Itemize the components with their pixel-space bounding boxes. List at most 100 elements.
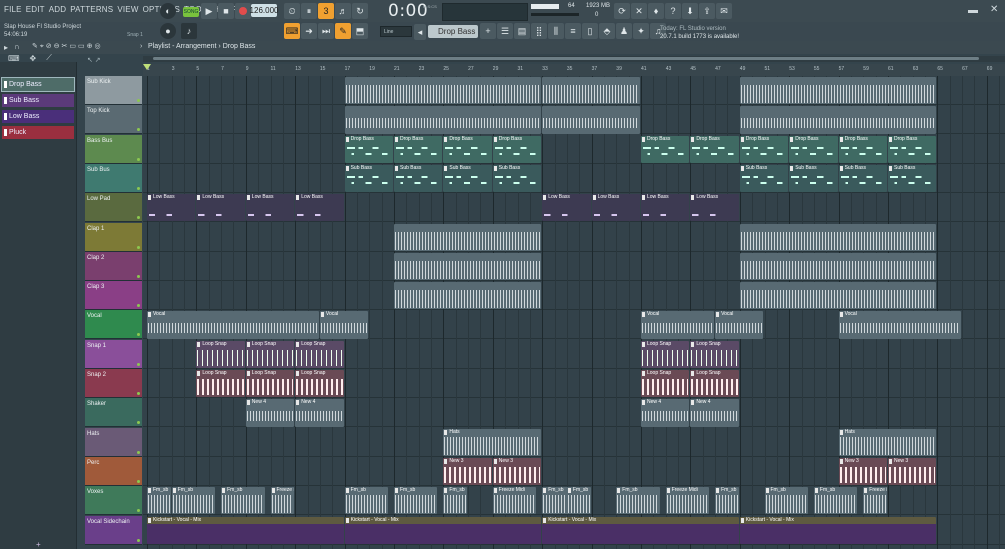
clip[interactable]: Loop Snap — [295, 370, 344, 398]
track-header-snap-2[interactable]: Snap 2 — [85, 369, 142, 398]
close-icon[interactable]: ✕ — [990, 4, 998, 15]
master-volume-knob[interactable]: ● — [160, 23, 176, 39]
clip[interactable]: New 3 — [492, 457, 542, 486]
clip[interactable]: Low Bass — [245, 194, 295, 222]
clip[interactable]: Drop Bass — [838, 135, 887, 163]
metronome-icon[interactable]: ⏲ — [284, 3, 300, 19]
clip[interactable]: Kickstart - Vocal - Mix — [542, 516, 739, 544]
clip[interactable]: New 3 — [888, 457, 937, 486]
clip[interactable]: Vocal — [147, 311, 319, 339]
playlist-icon[interactable]: ☰ — [497, 23, 513, 39]
share-icon[interactable]: ⇪ — [699, 3, 715, 19]
clip[interactable]: Kickstart - Vocal - Mix — [147, 516, 344, 544]
clip[interactable]: Fm_sb — [764, 487, 808, 515]
track-mute-indicator[interactable] — [137, 99, 140, 102]
clip[interactable]: Fm_sb — [443, 487, 468, 515]
record-keyboard-icon[interactable]: ⌨ — [284, 23, 300, 39]
clip[interactable]: Low Bass — [542, 194, 591, 222]
clip[interactable]: Fm_sb — [171, 487, 216, 515]
clip[interactable]: Fm_sb — [221, 487, 265, 515]
clip[interactable]: Drop Bass — [739, 135, 789, 163]
clip[interactable]: Low Bass — [147, 194, 196, 222]
track-mute-indicator[interactable] — [137, 186, 140, 190]
clip[interactable]: Freeze Midi — [270, 487, 295, 515]
menu-file[interactable]: FILE — [4, 5, 22, 14]
browser-icon[interactable]: ≡ — [565, 23, 581, 39]
clip[interactable]: New 4 — [245, 399, 295, 427]
master-pitch-icon[interactable]: ♪ — [181, 23, 197, 39]
playhead-marker[interactable] — [143, 64, 151, 70]
clip[interactable]: Low Bass — [591, 194, 640, 222]
clip[interactable]: Sub Bass — [888, 164, 937, 193]
track-arrow-icons[interactable]: ↖ ↗ — [87, 56, 101, 64]
track-header-snap-1[interactable]: Snap 1 — [85, 339, 142, 369]
clip[interactable] — [739, 252, 937, 281]
step-edit-icon[interactable]: ⏭ — [318, 23, 334, 39]
download-icon[interactable]: ⬇ — [682, 3, 698, 19]
play-button[interactable]: ▶ — [201, 3, 217, 19]
clip[interactable]: Drop Bass — [443, 135, 492, 163]
clip[interactable]: Fm_sb — [715, 487, 739, 515]
clip[interactable]: Fm_sb — [616, 487, 660, 515]
track-mute-indicator[interactable] — [137, 216, 140, 220]
track-mute-indicator[interactable] — [137, 245, 140, 249]
clip[interactable] — [542, 106, 640, 134]
clip[interactable]: Freeze Midi — [492, 487, 537, 515]
clip[interactable]: Loop Snap — [196, 370, 245, 398]
snap-select[interactable]: Line — [380, 26, 412, 37]
tempo-tapper-icon[interactable]: ♟ — [616, 23, 632, 39]
clip[interactable]: Loop Snap — [196, 340, 245, 368]
clip[interactable]: Freeze Midi — [665, 487, 710, 515]
clip[interactable]: Fm_sb — [147, 487, 171, 515]
clip[interactable]: Vocal — [641, 311, 715, 339]
playlist-arrow-icon[interactable]: › — [140, 43, 142, 50]
add-pattern-icon[interactable]: + — [480, 23, 496, 39]
playlist-options-icon[interactable]: ▸ — [4, 43, 8, 52]
track-header-clap-2[interactable]: Clap 2 — [85, 251, 142, 281]
scrollbar-thumb[interactable] — [153, 57, 979, 60]
track-mute-indicator[interactable] — [137, 157, 140, 161]
track-mute-indicator[interactable] — [137, 333, 140, 337]
track-header-voxes[interactable]: Voxes — [85, 486, 142, 516]
clip[interactable]: Hats — [443, 428, 542, 456]
clip[interactable] — [739, 223, 937, 251]
countdown-icon[interactable]: 3 — [318, 3, 334, 19]
clip[interactable] — [739, 282, 937, 310]
clip[interactable] — [394, 252, 542, 281]
refresh-icon[interactable]: ⟳ — [614, 3, 630, 19]
clip[interactable]: Fm_sb — [344, 487, 389, 515]
clip[interactable]: Low Bass — [641, 194, 690, 222]
track-mute-indicator[interactable] — [137, 304, 140, 308]
track-header-clap-3[interactable]: Clap 3 — [85, 281, 142, 311]
clip[interactable]: Sub Bass — [344, 164, 393, 193]
clip[interactable]: Loop Snap — [641, 340, 690, 368]
clip[interactable]: New 3 — [443, 457, 492, 486]
track-mute-indicator[interactable] — [137, 128, 140, 132]
clip[interactable]: New 4 — [641, 399, 690, 427]
clip[interactable]: Freeze Midi — [863, 487, 887, 515]
clip[interactable]: Drop Bass — [492, 135, 542, 163]
channel-rack-icon[interactable]: ⣿ — [531, 23, 547, 39]
add-track-icon[interactable]: + — [36, 540, 41, 549]
clip[interactable]: Kickstart - Vocal - Mix — [344, 516, 542, 544]
track-mute-indicator[interactable] — [137, 362, 140, 366]
horizontal-scrollbar[interactable] — [143, 56, 1005, 62]
menu-add[interactable]: ADD — [49, 5, 67, 14]
track-mute-indicator[interactable] — [137, 421, 140, 425]
track-header-top-kick[interactable]: Top Kick — [85, 105, 142, 135]
clip[interactable]: Vocal — [838, 311, 962, 339]
minimize-icon[interactable]: ▬ — [968, 5, 978, 16]
track-header-hats[interactable]: Hats — [85, 427, 142, 457]
clip[interactable]: Loop Snap — [295, 340, 344, 368]
clip[interactable]: Low Bass — [295, 194, 344, 222]
pattern-song-toggle-icon[interactable]: ◐ — [160, 3, 176, 19]
clip[interactable]: Sub Bass — [394, 164, 443, 193]
tempo-display[interactable]: 126.000 — [250, 4, 278, 17]
wait-input-icon[interactable]: ⏸ — [301, 3, 317, 19]
pattern-selector[interactable]: Drop Bass — [428, 25, 478, 38]
clip[interactable]: Hats — [838, 428, 937, 456]
arrow-right-icon[interactable]: ➜ — [301, 23, 317, 39]
clip[interactable] — [394, 223, 542, 251]
blend-notes-icon[interactable]: ♬ — [335, 3, 351, 19]
track-mute-indicator[interactable] — [137, 274, 140, 278]
